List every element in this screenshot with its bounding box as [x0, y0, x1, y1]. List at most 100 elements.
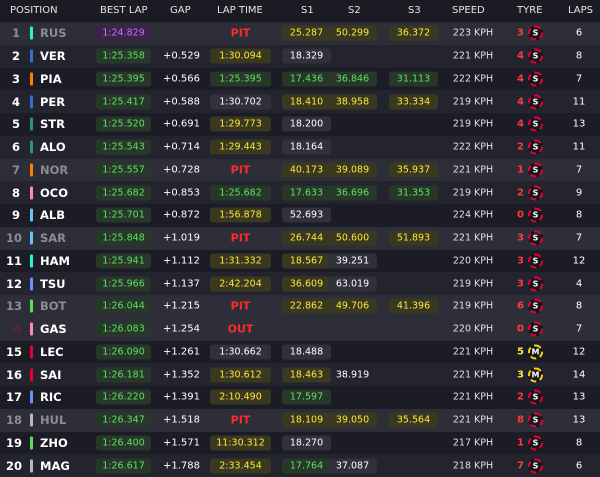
speed-trap: 221 KPH: [452, 346, 494, 358]
header-position: POSITION: [10, 5, 58, 16]
soft-tyre-icon: S: [528, 276, 543, 292]
sector-1-time: 25.287: [282, 25, 331, 41]
speed-trap: 219 KPH: [452, 118, 494, 130]
lap-time: 1:29.443: [210, 139, 271, 155]
header-gap: GAP: [170, 5, 191, 16]
driver-row[interactable]: 8 OCO 1:25.682 +0.853 1:25.682 17.633 36.696 31…: [0, 181, 600, 204]
tyre-age: 1: [517, 437, 524, 449]
driver-code: ZHO: [40, 435, 68, 450]
best-lap-time: 1:26.083: [96, 321, 151, 337]
gap-value: +0.728: [162, 164, 200, 176]
lap-count: 13: [572, 118, 586, 130]
pit-status: PIT: [230, 231, 251, 245]
team-color-bar: [30, 95, 33, 109]
sector-1-time: 17.764: [282, 458, 331, 474]
sector-1-time: 18.109: [282, 412, 331, 428]
best-lap-time: 1:25.520: [96, 116, 151, 132]
position-number: 20: [6, 458, 23, 473]
pit-status: OUT: [227, 322, 254, 336]
gap-value: +0.872: [162, 209, 200, 221]
lap-count: 6: [575, 27, 583, 39]
soft-tyre-icon: S: [528, 94, 543, 110]
lap-time: 1:30.702: [210, 94, 271, 110]
lap-time: 1:30.662: [210, 344, 271, 360]
driver-row[interactable]: ◁ GAS 1:26.083 +1.254 OUT 220 KPH 0 S 7: [0, 317, 600, 341]
position-number: 18: [6, 413, 23, 428]
sector-2-time: 39.050: [328, 412, 377, 428]
lap-time: 2:42.204: [210, 276, 271, 292]
sector-1-time: 22.862: [282, 298, 331, 314]
lap-time: 1:29.773: [210, 116, 271, 132]
best-lap-time: 1:25.682: [96, 185, 151, 201]
gap-value: +1.019: [162, 232, 200, 244]
driver-row[interactable]: 3 PIA 1:25.395 +0.566 1:25.395 17.436 36.846 31…: [0, 67, 600, 91]
driver-row[interactable]: 19 ZHO 1:26.400 +1.571 11:30.312 18.270 217 KP…: [0, 431, 600, 455]
best-lap-time: 1:25.395: [96, 71, 151, 87]
driver-row[interactable]: 4 PER 1:25.417 +0.588 1:30.702 18.410 38.958 33…: [0, 90, 600, 113]
lap-time: 1:31.332: [210, 253, 271, 269]
driver-row[interactable]: 12 TSU 1:25.966 +1.137 2:42.204 36.609 63.019 2…: [0, 272, 600, 295]
driver-row[interactable]: 9 ALB 1:25.701 +0.872 1:56.878 52.693 224 KPH 0…: [0, 204, 600, 227]
lap-count: 8: [575, 300, 583, 312]
position-number: 5: [11, 117, 20, 132]
best-lap-time: 1:25.848: [96, 230, 151, 246]
sector-1-time: 18.410: [282, 94, 331, 110]
sector-2-time: 37.087: [328, 458, 377, 474]
driver-row[interactable]: 11 HAM 1:25.941 +1.112 1:31.332 18.567 39.251 2…: [0, 249, 600, 273]
gap-value: +1.518: [162, 414, 200, 426]
driver-code: SAI: [40, 367, 62, 382]
driver-row[interactable]: 18 HUL 1:26.347 +1.518 PIT 18.109 39.050 35.564…: [0, 408, 600, 432]
medium-tyre-icon: M: [528, 367, 543, 383]
team-color-bar: [30, 26, 33, 40]
driver-row[interactable]: 1 RUS 1:24.829 PIT 25.287 50.299 36.372 223 KPH…: [0, 22, 600, 45]
lap-count: 12: [572, 346, 586, 358]
tyre-age: 2: [517, 141, 524, 153]
retired-indicator: ◁: [13, 324, 20, 335]
team-color-bar: [30, 322, 33, 336]
speed-trap: 223 KPH: [452, 27, 494, 39]
best-lap-time: 1:25.966: [96, 276, 151, 292]
driver-row[interactable]: 10 SAR 1:25.848 +1.019 PIT 26.744 50.600 51.893…: [0, 226, 600, 250]
sector-1-time: 18.200: [282, 116, 331, 132]
timing-header: POSITION BEST LAP GAP LAP TIME S1 S2 S3 …: [0, 0, 600, 21]
team-color-bar: [30, 163, 33, 177]
sector-1-time: 17.633: [282, 185, 331, 201]
driver-code: STR: [40, 117, 65, 132]
driver-code: PIA: [40, 71, 62, 86]
driver-code: RUS: [40, 26, 67, 41]
sector-2-time: 39.251: [328, 253, 377, 269]
driver-code: ALO: [40, 140, 66, 155]
sector-2-time: 38.919: [335, 369, 370, 381]
driver-row[interactable]: 5 STR 1:25.520 +0.691 1:29.773 18.200 219 KPH 4…: [0, 113, 600, 136]
soft-tyre-icon: S: [528, 25, 543, 41]
best-lap-time: 1:25.701: [96, 207, 151, 223]
driver-row[interactable]: 17 RIC 1:26.220 +1.391 2:10.490 17.597 221 KPH…: [0, 386, 600, 409]
driver-row[interactable]: 2 VER 1:25.358 +0.529 1:30.094 18.329 221 KPH 4…: [0, 44, 600, 68]
driver-row[interactable]: 15 LEC 1:26.090 +1.261 1:30.662 18.488 221 KPH…: [0, 340, 600, 364]
sector-2-time: 36.846: [328, 71, 377, 87]
lap-count: 8: [575, 437, 583, 449]
driver-row[interactable]: 6 ALO 1:25.543 +0.714 1:29.443 18.164 222 KPH 2…: [0, 135, 600, 159]
speed-trap: 219 KPH: [452, 300, 494, 312]
header-lap-time: LAP TIME: [217, 5, 263, 16]
driver-row[interactable]: 20 MAG 1:26.617 +1.788 2:33.454 17.764 37.087 2…: [0, 454, 600, 477]
position-number: 1: [11, 26, 20, 41]
position-number: 4: [11, 94, 20, 109]
driver-code: LEC: [40, 344, 64, 359]
tyre-age: 0: [517, 323, 524, 335]
tyre-age: 8: [517, 414, 524, 426]
speed-trap: 222 KPH: [452, 141, 494, 153]
header-s1: S1: [301, 5, 314, 16]
speed-trap: 219 KPH: [452, 187, 494, 199]
speed-trap: 217 KPH: [452, 437, 494, 449]
soft-tyre-icon: S: [528, 116, 543, 132]
driver-row[interactable]: 13 BOT 1:26.044 +1.215 PIT 22.862 49.706 41.396…: [0, 295, 600, 318]
tyre-age: 3: [517, 27, 524, 39]
position-number: 11: [6, 253, 23, 268]
driver-code: BOT: [40, 299, 67, 314]
driver-row[interactable]: 16 SAI 1:26.181 +1.352 1:30.612 18.463 38.919 2…: [0, 363, 600, 386]
speed-trap: 221 KPH: [452, 391, 494, 403]
position-number: 6: [11, 140, 20, 155]
pit-status: PIT: [230, 26, 251, 40]
driver-row[interactable]: 7 NOR 1:25.557 +0.728 PIT 40.173 39.089 35.937 2…: [0, 158, 600, 182]
